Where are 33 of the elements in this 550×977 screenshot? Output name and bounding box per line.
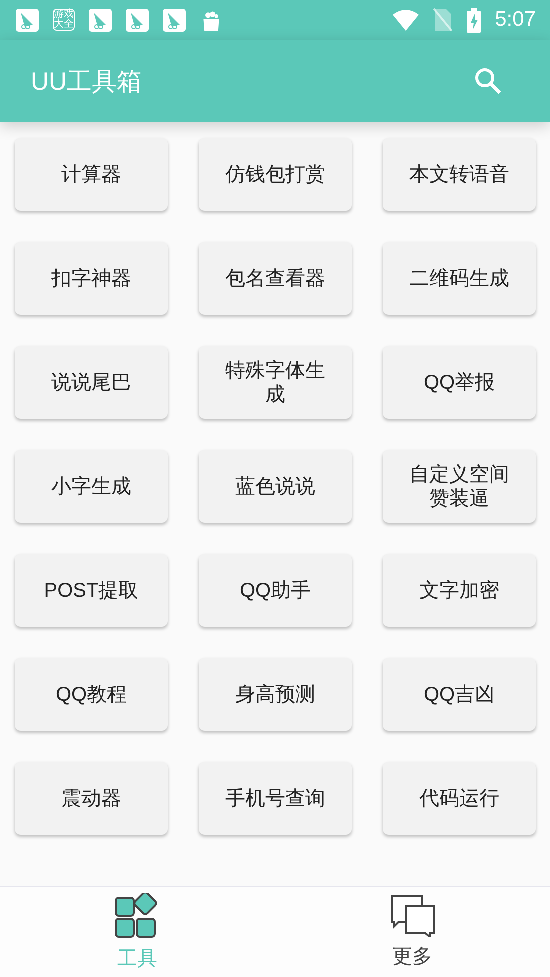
app-icon — [89, 8, 112, 32]
tool-button[interactable]: 二维码生成 — [383, 242, 536, 315]
nav-tab[interactable]: 更多 — [275, 887, 550, 977]
wifi-icon — [393, 9, 420, 31]
no-sim-icon — [433, 8, 454, 32]
app-title: UU工具箱 — [31, 66, 144, 98]
tool-button[interactable]: QQ教程 — [15, 658, 168, 731]
tool-button[interactable]: 代码运行 — [383, 762, 536, 835]
tool-button[interactable]: 说说尾巴 — [15, 346, 168, 419]
tool-button[interactable]: 小字生成 — [15, 450, 168, 523]
tool-button[interactable]: 身高预测 — [199, 658, 352, 731]
app-icon — [16, 8, 39, 32]
tool-button[interactable]: 计算器 — [15, 138, 168, 211]
tool-button[interactable]: POST提取 — [15, 554, 168, 627]
status-time: 5:07 — [495, 8, 536, 32]
tool-button[interactable]: 扣字神器 — [15, 242, 168, 315]
tool-button[interactable]: 包名查看器 — [199, 242, 352, 315]
tool-button[interactable]: 仿钱包打赏 — [199, 138, 352, 211]
search-icon[interactable] — [474, 67, 502, 95]
app-icon — [126, 8, 149, 32]
tool-button[interactable]: 震动器 — [15, 762, 168, 835]
tool-button[interactable]: 文字加密 — [383, 554, 536, 627]
tool-button[interactable]: 自定义空间赞装逼 — [383, 450, 536, 523]
tool-button[interactable]: QQ举报 — [383, 346, 536, 419]
tool-button[interactable]: 特殊字体生成 — [199, 346, 352, 419]
tool-button[interactable]: 蓝色说说 — [199, 450, 352, 523]
tool-button[interactable]: 本文转语音 — [383, 138, 536, 211]
battery-icon — [467, 8, 482, 32]
tool-button[interactable]: QQ吉凶 — [383, 658, 536, 731]
tool-button[interactable]: 手机号查询 — [199, 762, 352, 835]
tool-button[interactable]: QQ助手 — [199, 554, 352, 627]
app-icon — [163, 8, 186, 32]
chat-icon — [390, 894, 434, 936]
